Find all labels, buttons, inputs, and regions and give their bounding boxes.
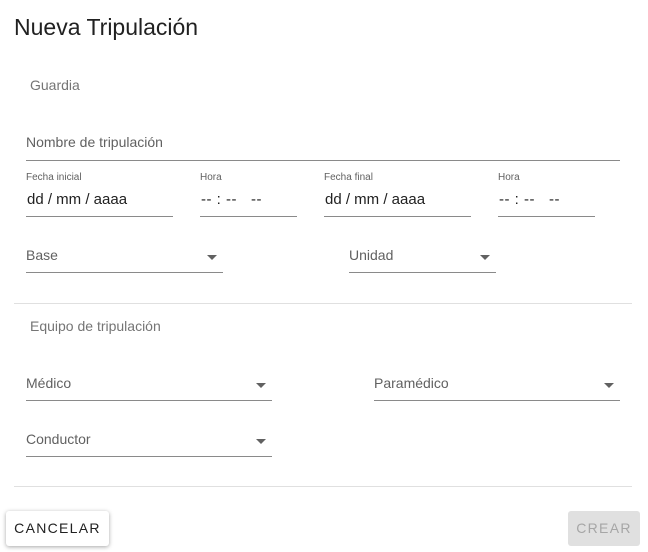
section-divider — [14, 303, 632, 304]
base-underline — [26, 272, 223, 273]
caret-down-icon — [480, 255, 490, 260]
start-date-underline — [26, 216, 173, 217]
unidad-underline — [349, 272, 496, 273]
medico-placeholder: Médico — [26, 375, 72, 391]
create-button[interactable]: CREAR — [568, 511, 640, 546]
end-time-input[interactable]: -- : -- -- — [499, 191, 560, 208]
crew-name-field[interactable]: Nombre de tripulación — [26, 128, 620, 161]
start-date-input[interactable]: dd / mm / aaaa — [27, 191, 127, 208]
start-time-label: Hora — [200, 172, 222, 183]
medico-underline — [26, 400, 272, 401]
guardia-section-label: Guardia — [30, 77, 80, 93]
base-placeholder: Base — [26, 247, 58, 263]
end-time-label: Hora — [498, 172, 520, 183]
actions-divider — [14, 486, 632, 487]
start-time-input[interactable]: -- : -- -- — [201, 191, 262, 208]
unidad-placeholder: Unidad — [349, 247, 394, 263]
conductor-placeholder: Conductor — [26, 431, 91, 447]
end-date-underline — [324, 216, 471, 217]
paramedico-placeholder: Paramédico — [374, 375, 449, 391]
medico-select[interactable]: Médico — [26, 368, 272, 401]
unidad-select[interactable]: Unidad — [349, 240, 496, 273]
conductor-select[interactable]: Conductor — [26, 424, 272, 457]
caret-down-icon — [256, 439, 266, 444]
base-select[interactable]: Base — [26, 240, 223, 273]
conductor-underline — [26, 456, 272, 457]
caret-down-icon — [604, 383, 614, 388]
paramedico-underline — [374, 400, 620, 401]
caret-down-icon — [207, 255, 217, 260]
crew-name-underline — [26, 160, 620, 161]
start-time-underline — [200, 216, 297, 217]
equipo-section-label: Equipo de tripulación — [30, 318, 161, 334]
end-time-field[interactable]: Hora -- : -- -- — [498, 172, 595, 217]
crew-name-placeholder: Nombre de tripulación — [26, 134, 163, 150]
caret-down-icon — [256, 383, 266, 388]
end-date-label: Fecha final — [324, 172, 373, 183]
cancel-button[interactable]: CANCELAR — [6, 511, 109, 546]
end-date-field[interactable]: Fecha final dd / mm / aaaa — [324, 172, 471, 217]
end-date-input[interactable]: dd / mm / aaaa — [325, 191, 425, 208]
start-date-label: Fecha inicial — [26, 172, 82, 183]
end-time-underline — [498, 216, 595, 217]
start-date-field[interactable]: Fecha inicial dd / mm / aaaa — [26, 172, 173, 217]
start-time-field[interactable]: Hora -- : -- -- — [200, 172, 297, 217]
paramedico-select[interactable]: Paramédico — [374, 368, 620, 401]
dialog-title: Nueva Tripulación — [14, 14, 199, 40]
